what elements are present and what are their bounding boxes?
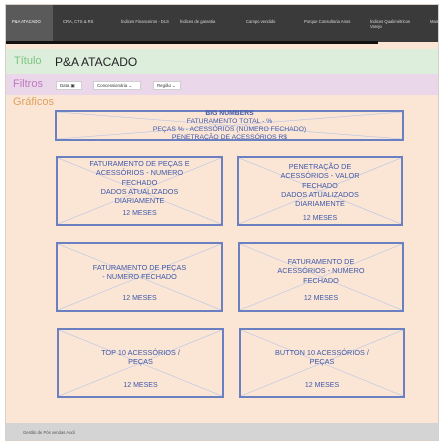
dashboard-wireframe: P&A ATACADO CRA, CTS & RS Índices Financ… (5, 4, 439, 441)
nav-tab-indices-garantia[interactable]: Índices de garantia (180, 5, 235, 42)
big-numbers-heading: BIG NUMBERS (205, 110, 254, 117)
big-numbers-line: PEÇAS % - ACESSÓRIOS (NÚMERO FECHADO) (152, 126, 307, 133)
big-numbers-line: PENETRAÇÃO DE ACESSÓRIOS R$ (171, 134, 288, 141)
nav-tab-pa-atacado[interactable]: P&A ATACADO (6, 5, 53, 42)
card-text: TOP 10 ACESSÓRIOS / PEÇAS (63, 348, 218, 367)
card-text: FATURAMENTO DE PEÇAS E ACESSÓRIOS - NUME… (62, 159, 217, 205)
region-filter[interactable]: Região ⌄ (153, 81, 181, 90)
big-numbers-line: FATURAMENTO TOTAL - % (186, 118, 273, 125)
filter-section: Filtros Data ▣ Concessionária ⌄ Região ⌄ (6, 74, 438, 95)
nav-tab-porque-consultoria[interactable]: Porque Consultoria Anos (304, 5, 362, 42)
footer-text: Gestão de Pós vendas Audi (23, 430, 75, 435)
top-navigation: P&A ATACADO CRA, CTS & RS Índices Financ… (6, 5, 438, 44)
card-line: PENETRAÇÃO DE (288, 162, 352, 171)
card-line: BUTTON 10 ACESSÓRIOS / (275, 348, 369, 357)
nav-underline (6, 41, 378, 44)
card-line: FATURAMENTO DE PEÇAS (92, 263, 187, 272)
card-line: ACESSÓRIOS - VALOR (280, 171, 360, 181)
card-line: DADOS ATUALIZADOS (281, 189, 359, 199)
title-section-label: Título (14, 55, 42, 67)
card-text: FATURAMENTO DE ACESSÓRIOS - NUMERO FECHA… (244, 257, 398, 285)
card-text: BUTTON 10 ACESSÓRIOS / PEÇAS (245, 348, 399, 367)
nav-tab-indices-financeiros[interactable]: Índices Financeiros - DLS (121, 5, 173, 42)
footer: Gestão de Pós vendas Audi (6, 423, 438, 440)
filter-section-label: Filtros (13, 78, 43, 90)
card-line: FATURAMENTO DE (287, 257, 355, 266)
calendar-icon: ▣ (70, 83, 75, 88)
region-filter-label: Região (157, 83, 171, 88)
nav-tab-campo-vendido[interactable]: Campo vendido (246, 5, 296, 42)
card-line: PEÇAS (309, 357, 335, 367)
page-title: P&A ATACADO (55, 55, 138, 69)
card-text: PENETRAÇÃO DE ACESSÓRIOS - VALOR FECHADO… (243, 162, 397, 208)
card-line: DADOS ATUALIZADOS (100, 186, 179, 196)
chart-placeholder-faturamento-pecas-acessorios: FATURAMENTO DE PEÇAS E ACESSÓRIOS - NUME… (56, 156, 223, 226)
card-line: DIARIAMENTE (114, 196, 165, 206)
chart-placeholder-button-10-acessorios: BUTTON 10 ACESSÓRIOS / PEÇAS 12 MESES (239, 328, 405, 398)
card-line: FECHADO (302, 180, 338, 190)
chart-placeholder-faturamento-acessorios: FATURAMENTO DE ACESSÓRIOS - NUMERO FECHA… (238, 242, 404, 312)
graphs-section-label: Gráficos (13, 96, 54, 108)
card-line: FECHADO (121, 177, 158, 187)
card-period: 12 MESES (304, 382, 340, 389)
date-filter[interactable]: Data ▣ (56, 81, 82, 90)
card-line: - NUMERO FECHADO (102, 272, 177, 282)
chart-placeholder-faturamento-pecas: FATURAMENTO DE PEÇAS - NUMERO FECHADO 12… (56, 242, 223, 312)
card-period: 12 MESES (122, 210, 157, 217)
card-text: FATURAMENTO DE PEÇAS - NUMERO FECHADO (62, 263, 217, 282)
chevron-down-icon: ⌄ (172, 83, 176, 88)
card-period: 12 MESES (123, 382, 158, 389)
card-line: PEÇAS (128, 357, 153, 367)
dealer-filter[interactable]: Concessionária ⌄ (93, 81, 141, 90)
nav-tab-indices-qualimetricos[interactable]: Índices Qualimétricos Varejo (370, 5, 422, 42)
card-period: 12 MESES (303, 295, 339, 302)
nav-tab-mais[interactable]: Mais (430, 5, 438, 42)
card-line: DIARIAMENTE (295, 199, 345, 209)
title-section: Título P&A ATACADO (6, 49, 438, 76)
big-numbers-text: BIG NUMBERS FATURAMENTO TOTAL - % PEÇAS … (61, 110, 398, 142)
chart-placeholder-penetracao-acessorios: PENETRAÇÃO DE ACESSÓRIOS - VALOR FECHADO… (237, 156, 403, 226)
card-period: 12 MESES (302, 215, 338, 222)
dealer-filter-label: Concessionária (97, 83, 128, 88)
card-line: ACESSÓRIOS - NUMERO (277, 266, 365, 276)
card-line: FECHADO (303, 275, 339, 285)
card-period: 12 MESES (122, 295, 157, 302)
nav-tab-cra-cts-rs[interactable]: CRA, CTS & RS (63, 5, 113, 42)
big-numbers-card: BIG NUMBERS FATURAMENTO TOTAL - % PEÇAS … (55, 110, 404, 141)
card-line: TOP 10 ACESSÓRIOS / (101, 348, 180, 357)
chevron-down-icon: ⌄ (128, 83, 133, 88)
date-filter-label: Data (60, 83, 70, 88)
chart-placeholder-top-10-acessorios: TOP 10 ACESSÓRIOS / PEÇAS 12 MESES (57, 328, 224, 398)
card-line: ACESSÓRIOS - NUMERO (95, 168, 184, 178)
card-line: FATURAMENTO DE PEÇAS E (89, 159, 190, 168)
